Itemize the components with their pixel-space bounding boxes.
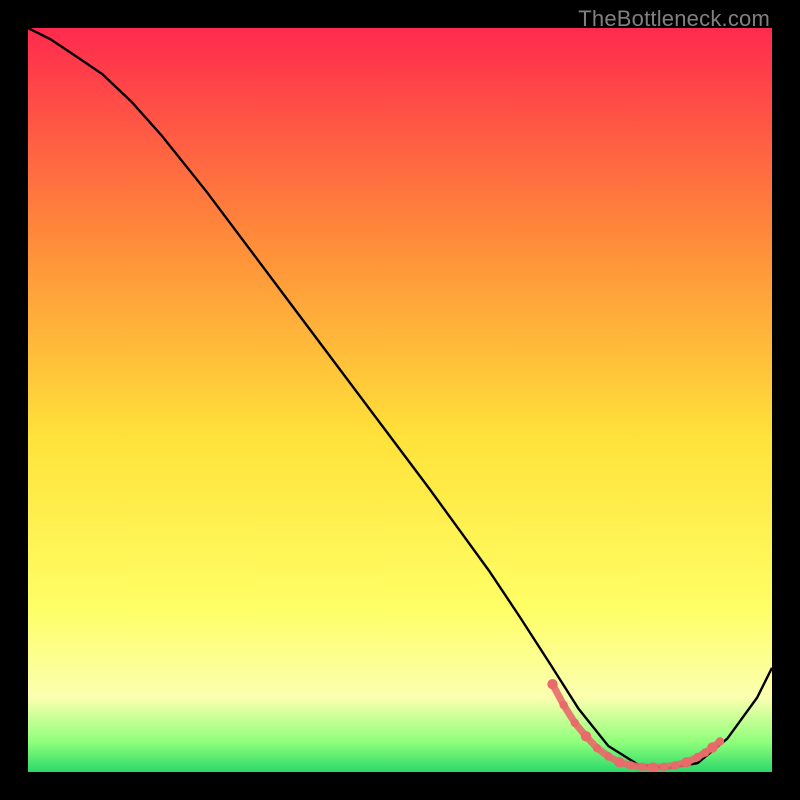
chart-frame <box>28 28 772 772</box>
marker-dot <box>638 763 646 771</box>
marker-dot <box>547 679 557 689</box>
marker-dot <box>604 752 612 760</box>
marker-dot <box>559 701 567 709</box>
marker-dot <box>681 757 691 767</box>
marker-dot <box>716 737 724 745</box>
watermark-text: TheBottleneck.com <box>578 6 770 32</box>
marker-dot <box>707 742 717 752</box>
marker-dot <box>581 731 591 741</box>
marker-dot <box>671 761 679 769</box>
marker-dot <box>693 753 701 761</box>
bottleneck-chart <box>28 28 772 772</box>
marker-dot <box>660 763 668 771</box>
marker-dot <box>626 761 634 769</box>
marker-dot <box>614 757 624 767</box>
gradient-background <box>28 28 772 772</box>
marker-dot <box>593 744 601 752</box>
marker-dot <box>571 719 579 727</box>
